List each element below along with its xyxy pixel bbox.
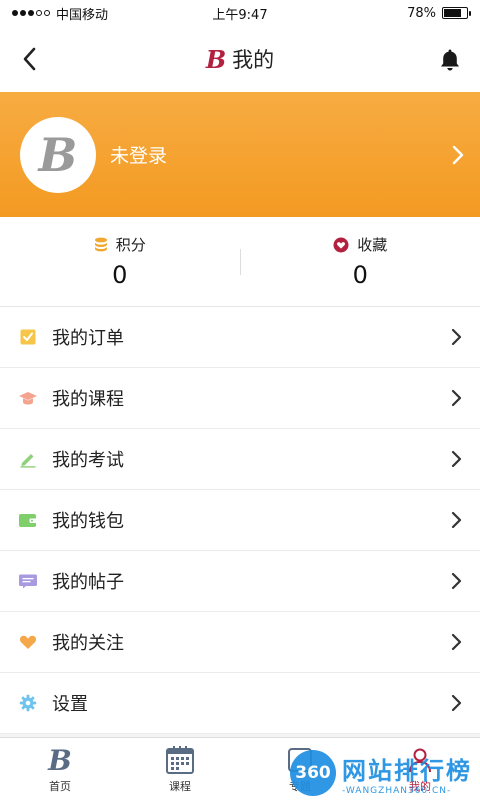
heart-icon: [333, 237, 349, 252]
tab-topics-label: 专题: [289, 780, 311, 793]
tab-bar: B 首页 课程 专题 我的: [0, 737, 480, 800]
back-button[interactable]: [14, 44, 44, 74]
carrier-label: 中国移动: [56, 7, 109, 23]
chevron-right-icon: [451, 633, 462, 651]
chevron-right-icon: [451, 389, 462, 407]
tab-profile-label: 我的: [409, 780, 431, 793]
stat-points-head: 积分: [94, 234, 146, 255]
stat-points[interactable]: 积分 0: [0, 234, 240, 289]
menu-item-following-label: 我的关注: [52, 633, 124, 654]
menu-list: 我的订单 我的课程 我的考试 我的钱包 我的帖子 我的关注 设置: [0, 307, 480, 734]
chevron-right-icon: [451, 572, 462, 590]
menu-item-settings[interactable]: 设置: [0, 673, 480, 734]
battery-icon: [442, 7, 471, 19]
battery-fill: [444, 9, 462, 17]
status-right: 78%: [407, 5, 471, 21]
battery-percent: 78%: [407, 5, 436, 21]
stat-favorites-value: 0: [352, 261, 368, 289]
tab-home[interactable]: B 首页: [0, 738, 120, 800]
home-logo-icon: B: [48, 743, 72, 777]
menu-item-courses[interactable]: 我的课程: [0, 368, 480, 429]
menu-item-following[interactable]: 我的关注: [0, 612, 480, 673]
pencil-icon: [18, 449, 38, 469]
stat-favorites-label: 收藏: [357, 236, 388, 254]
tab-courses-label: 课程: [169, 780, 191, 793]
chevron-right-icon: [451, 511, 462, 529]
tab-courses[interactable]: 课程: [120, 738, 240, 800]
bell-icon: [441, 49, 459, 71]
message-icon: [18, 571, 38, 591]
page-title: B 我的: [206, 44, 274, 74]
avatar: B: [20, 116, 96, 193]
menu-item-posts-label: 我的帖子: [52, 572, 124, 593]
tab-topics[interactable]: 专题: [240, 738, 360, 800]
menu-item-orders[interactable]: 我的订单: [0, 307, 480, 368]
graduation-cap-icon: [18, 388, 38, 408]
menu-item-posts[interactable]: 我的帖子: [0, 551, 480, 612]
menu-item-settings-label: 设置: [52, 694, 88, 715]
stat-points-value: 0: [112, 261, 128, 289]
menu-item-courses-label: 我的课程: [52, 389, 124, 410]
signal-icon: [12, 10, 50, 16]
stat-points-label: 积分: [115, 236, 146, 254]
profile-icon: [406, 744, 434, 776]
heart-icon: [18, 632, 38, 652]
menu-item-wallet-label: 我的钱包: [52, 511, 124, 532]
nav-bar: B 我的: [0, 26, 480, 92]
coins-icon: [94, 237, 107, 251]
stat-favorites[interactable]: 收藏 0: [241, 234, 480, 289]
topic-icon: [286, 744, 314, 776]
gear-icon: [18, 693, 38, 713]
avatar-logo-icon: B: [38, 127, 78, 182]
page-title-text: 我的: [232, 48, 275, 72]
status-left: 中国移动: [12, 4, 108, 23]
status-bar: 中国移动 上午9:47 78%: [0, 0, 480, 26]
chevron-right-icon: [451, 328, 462, 346]
tab-home-label: 首页: [49, 780, 71, 793]
stats-row: 积分 0 收藏 0: [0, 217, 480, 307]
notification-button[interactable]: [436, 46, 464, 74]
chevron-left-icon: [23, 47, 36, 71]
menu-item-exams-label: 我的考试: [52, 450, 124, 471]
tab-profile[interactable]: 我的: [360, 738, 480, 800]
brand-logo-icon: B: [205, 44, 227, 74]
menu-item-orders-label: 我的订单: [52, 328, 124, 349]
menu-item-exams[interactable]: 我的考试: [0, 429, 480, 490]
profile-name: 未登录: [110, 145, 168, 167]
chevron-right-icon: [451, 450, 462, 468]
wallet-icon: [18, 510, 38, 530]
chevron-right-icon: [452, 145, 464, 164]
calendar-icon: [165, 744, 195, 776]
chevron-right-icon: [451, 694, 462, 712]
profile-banner[interactable]: B 未登录: [0, 92, 480, 217]
stat-favorites-head: 收藏: [333, 234, 387, 255]
order-icon: [18, 327, 38, 347]
menu-item-wallet[interactable]: 我的钱包: [0, 490, 480, 551]
